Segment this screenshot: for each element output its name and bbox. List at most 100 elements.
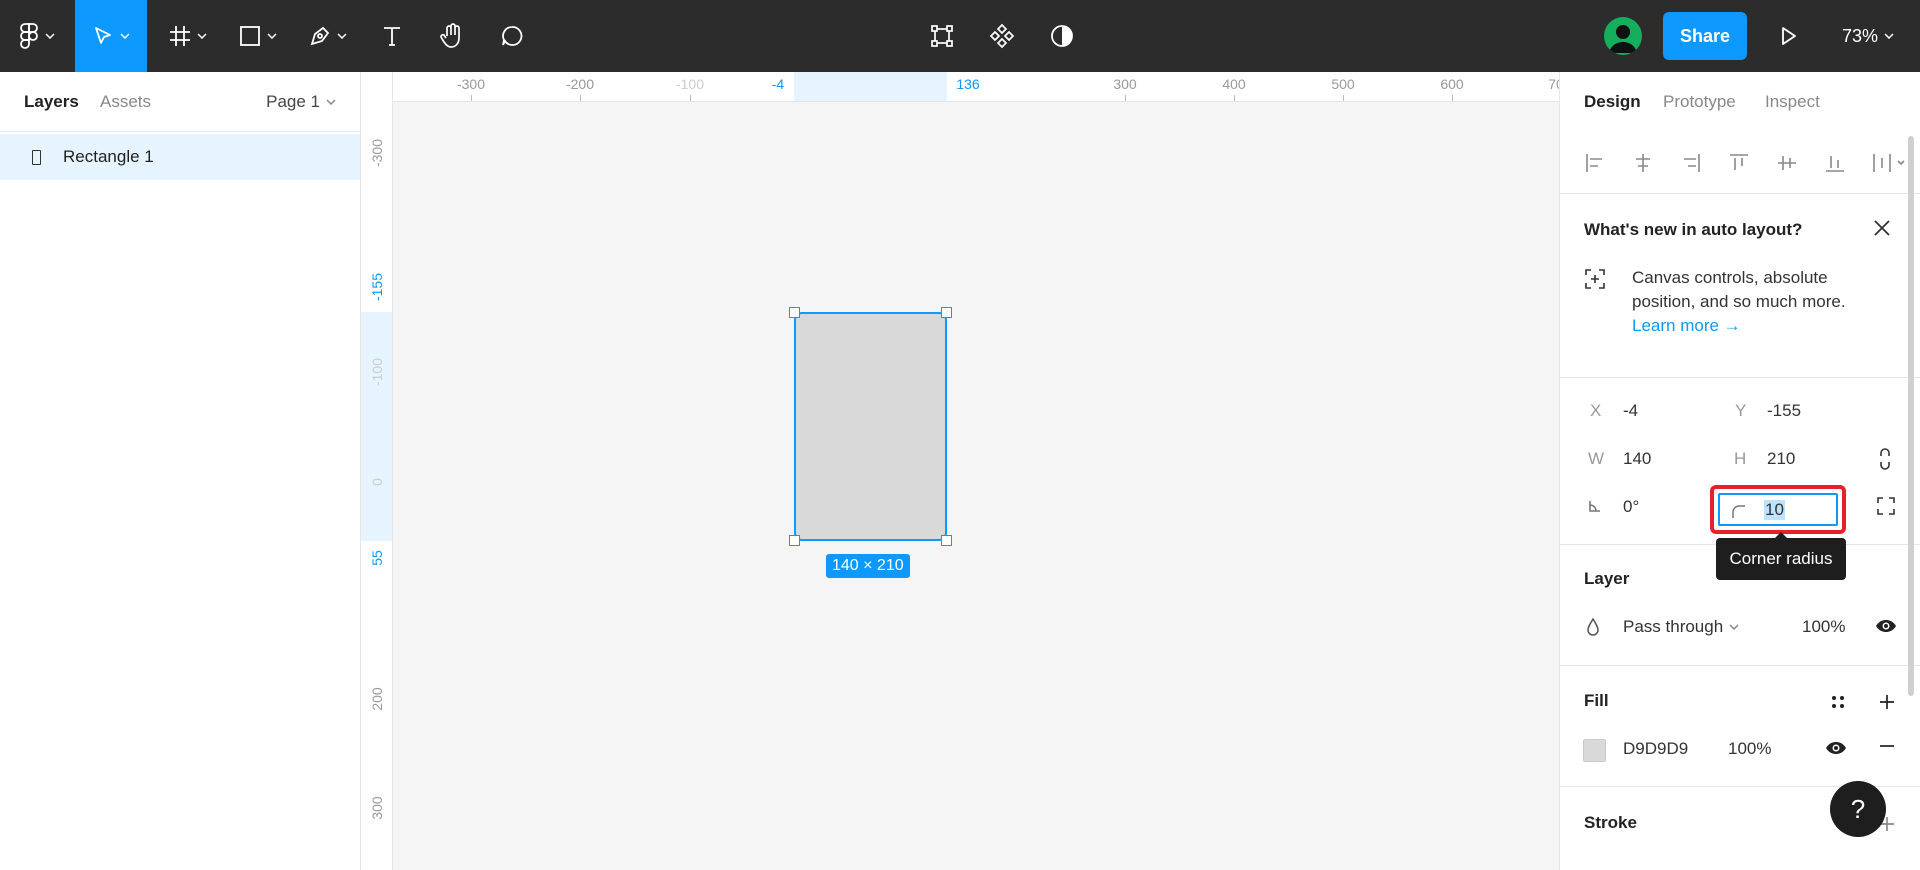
- fill-color-swatch[interactable]: [1583, 739, 1606, 762]
- ruler-label: 300: [1113, 76, 1137, 92]
- corner-radius-tooltip: Corner radius: [1716, 532, 1846, 580]
- align-left-icon[interactable]: [1582, 150, 1608, 176]
- component-icon: [989, 23, 1015, 49]
- selected-rectangle[interactable]: [794, 312, 947, 541]
- ruler-label-selection-end: 136: [956, 76, 980, 92]
- eye-icon[interactable]: [1875, 619, 1897, 633]
- ruler-label: -100: [675, 76, 705, 92]
- distribute-icon[interactable]: [1870, 150, 1910, 176]
- hand-tool-button[interactable]: [432, 0, 472, 72]
- shape-tool-button[interactable]: [230, 0, 285, 72]
- edit-object-button[interactable]: [922, 0, 962, 72]
- ruler-label: 0: [369, 478, 385, 486]
- tab-design[interactable]: Design: [1584, 92, 1641, 112]
- constrain-proportions-icon[interactable]: [1878, 447, 1892, 471]
- auto-layout-icon: [1585, 269, 1605, 289]
- ruler-tick: [690, 95, 691, 101]
- styles-grid-icon[interactable]: [1830, 694, 1846, 710]
- ruler-tick: [1452, 95, 1453, 101]
- pen-icon: [310, 26, 329, 46]
- ruler-label: -300: [456, 76, 486, 92]
- section-divider: [1560, 665, 1920, 666]
- add-fill-icon[interactable]: [1878, 693, 1896, 711]
- text-tool-button[interactable]: [372, 0, 412, 72]
- section-divider: [1560, 377, 1920, 378]
- x-input[interactable]: -4: [1623, 401, 1638, 421]
- corner-radius-icon: [1732, 505, 1745, 518]
- align-bottom-icon[interactable]: [1822, 150, 1848, 176]
- share-button[interactable]: Share: [1663, 12, 1747, 60]
- align-vertical-center-icon[interactable]: [1774, 150, 1800, 176]
- chevron-down-icon: [326, 99, 336, 105]
- align-horizontal-center-icon[interactable]: [1630, 150, 1656, 176]
- move-tool-button[interactable]: [75, 0, 147, 72]
- help-button[interactable]: ?: [1830, 781, 1886, 837]
- tab-layers[interactable]: Layers: [24, 92, 79, 112]
- tab-assets[interactable]: Assets: [100, 92, 151, 112]
- chevron-down-icon: [1884, 33, 1894, 39]
- remove-fill-icon[interactable]: [1878, 741, 1896, 751]
- present-button[interactable]: [1769, 0, 1809, 72]
- ruler-label-selection-end: 55: [369, 550, 385, 566]
- whats-new-text: Canvas controls, absolute position, and …: [1632, 268, 1846, 311]
- blend-mode-dropdown[interactable]: Pass through: [1623, 617, 1739, 637]
- chevron-down-icon: [45, 33, 55, 39]
- resize-handle-bottom-left[interactable]: [789, 535, 800, 546]
- learn-more-link[interactable]: Learn more →: [1632, 316, 1741, 335]
- whats-new-body: Canvas controls, absolute position, and …: [1632, 266, 1892, 338]
- ruler-label-selection-start: -155: [369, 272, 385, 302]
- align-right-icon[interactable]: [1678, 150, 1704, 176]
- ruler-selection-highlight: [361, 312, 392, 541]
- right-panel-scrollbar[interactable]: [1908, 136, 1914, 696]
- chevron-down-icon: [196, 33, 207, 39]
- resize-handle-top-right[interactable]: [941, 307, 952, 318]
- resize-handle-top-left[interactable]: [789, 307, 800, 318]
- contrast-toggle-button[interactable]: [1042, 0, 1082, 72]
- fill-hex-input[interactable]: D9D9D9: [1623, 739, 1688, 759]
- blend-drop-icon: [1587, 618, 1599, 636]
- rectangle-layer-icon: [32, 149, 41, 165]
- create-component-button[interactable]: [982, 0, 1022, 72]
- tab-inspect[interactable]: Inspect: [1765, 92, 1820, 112]
- hand-icon: [440, 23, 460, 48]
- ruler-label: 300: [369, 796, 385, 820]
- layer-item-rectangle-1[interactable]: Rectangle 1: [0, 134, 360, 180]
- align-top-icon[interactable]: [1726, 150, 1752, 176]
- fill-opacity-input[interactable]: 100%: [1728, 739, 1771, 759]
- layer-opacity-input[interactable]: 100%: [1802, 617, 1845, 637]
- ruler-selection-highlight: [794, 72, 947, 101]
- eye-icon[interactable]: [1825, 741, 1847, 755]
- ruler-label: 200: [369, 687, 385, 711]
- blend-mode-value: Pass through: [1623, 617, 1724, 636]
- page-selector[interactable]: Page 1: [266, 92, 336, 112]
- y-label: Y: [1735, 401, 1747, 420]
- tab-prototype[interactable]: Prototype: [1663, 92, 1736, 112]
- w-label: W: [1588, 449, 1605, 468]
- resize-handle-bottom-right[interactable]: [941, 535, 952, 546]
- w-input[interactable]: 140: [1623, 449, 1651, 469]
- close-icon[interactable]: [1872, 218, 1892, 238]
- avatar[interactable]: [1604, 17, 1642, 55]
- frame-icon: [169, 26, 190, 46]
- pen-tool-button[interactable]: [300, 0, 355, 72]
- main-menu-button[interactable]: [12, 0, 62, 72]
- zoom-value: 73%: [1842, 25, 1879, 46]
- ruler-label: 600: [1440, 76, 1464, 92]
- h-input[interactable]: 210: [1767, 449, 1795, 469]
- ruler-left: -300 -155 -100 0 55 200 300: [361, 72, 393, 870]
- canvas[interactable]: [393, 102, 1559, 870]
- ruler-label: 400: [1222, 76, 1246, 92]
- left-panel-tabs: Layers Assets Page 1: [0, 72, 360, 132]
- y-input[interactable]: -155: [1767, 401, 1801, 421]
- corner-radius-input[interactable]: 10: [1718, 493, 1838, 526]
- ruler-tick: [1125, 95, 1126, 101]
- rotation-input[interactable]: 0°: [1623, 497, 1639, 517]
- comment-tool-button[interactable]: [492, 0, 532, 72]
- frame-tool-button[interactable]: [160, 0, 215, 72]
- play-icon: [1782, 27, 1796, 45]
- independent-corners-icon[interactable]: [1877, 497, 1895, 515]
- zoom-dropdown[interactable]: 73%: [1842, 0, 1894, 72]
- ruler-label: 500: [1331, 76, 1355, 92]
- ruler-label: -100: [369, 357, 385, 387]
- text-icon: [384, 27, 400, 46]
